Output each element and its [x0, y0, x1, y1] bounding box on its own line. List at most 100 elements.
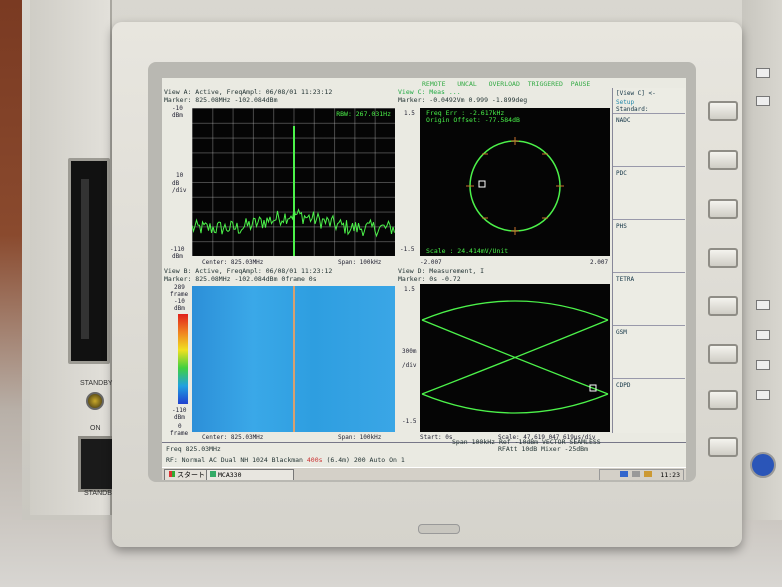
rbw-readout: RBW: 267.031Hz [336, 110, 391, 118]
status-rf-tail: (6.4m) 200 Auto On 1 [326, 456, 405, 464]
standby-label: STANDBY [80, 380, 113, 387]
color-scale-bar [178, 314, 188, 404]
view-b-span: Span: 100kHz [338, 434, 382, 441]
softkey-6[interactable] [708, 344, 738, 364]
view-d-title: View D: Measurement, I [398, 267, 485, 275]
overload-indicator: OVERLOAD [488, 80, 520, 88]
status-divider [162, 442, 686, 443]
app-icon [210, 471, 216, 477]
power-button[interactable] [78, 436, 116, 492]
view-b-botframe-unit: frame [170, 430, 189, 437]
start-label: スタート [177, 471, 205, 479]
soft-menu-setup[interactable]: Setup [613, 99, 685, 106]
softkey-5[interactable] [708, 296, 738, 316]
view-a-ytop: -10 [172, 105, 183, 112]
view-a-ybot-unit: dBm [172, 253, 183, 260]
view-c-ytop: 1.5 [404, 110, 415, 117]
view-d-ymid: 300m [402, 348, 417, 355]
view-d-marker: Marker: 0s -0.72 [398, 275, 461, 283]
status-rf-highlight: 400s [306, 456, 323, 464]
softkey-1[interactable] [708, 101, 738, 121]
on-label: ON [90, 425, 101, 432]
view-b-title: View B: Active, FreqAmpl: 06/08/01 11:23… [164, 267, 333, 275]
view-b-scale-top-unit: dBm [174, 305, 185, 312]
softkey-3[interactable] [708, 199, 738, 219]
softkey-4[interactable] [708, 248, 738, 268]
spectrogram-carrier-line [293, 286, 295, 432]
view-a-title: View A: Active, FreqAmpl: 06/08/01 11:23… [164, 88, 333, 96]
floppy-disk-slot[interactable] [68, 158, 110, 364]
constellation-svg [466, 137, 564, 235]
softkey-8[interactable] [708, 437, 738, 457]
pause-indicator: PAUSE [570, 80, 591, 88]
view-b-scale-top: -10 [174, 298, 185, 305]
tray-clock: 11:23 [660, 471, 680, 479]
standby-indicator [86, 392, 104, 410]
view-b-spectrogram[interactable] [192, 286, 395, 432]
view-a-trace-svg [192, 126, 395, 256]
soft-menu-standard[interactable]: Standard: [613, 106, 685, 113]
status-freq: Freq 825.03MHz [166, 445, 221, 453]
view-d-start: Start: 0s [420, 434, 453, 441]
view-b-marker: Marker: 825.08MHz -102.084dBm 0frame 0s [164, 275, 317, 283]
view-b-topframe-unit: frame [170, 291, 189, 298]
view-b-scale-bot: -110 [172, 407, 187, 414]
softkey-2[interactable] [708, 150, 738, 170]
remote-indicator: REMOTE [422, 80, 446, 88]
view-d-eye-diagram[interactable] [420, 284, 610, 432]
view-b-topframe: 289 [174, 284, 185, 291]
system-tray: 11:23 [599, 469, 684, 480]
right-control-panel [742, 0, 782, 520]
view-d-ybot: -1.5 [402, 418, 417, 425]
view-a-ymid: 10 [176, 172, 184, 179]
soft-menu-header: [View C] <- [616, 90, 656, 97]
view-a-ybot: -110 [170, 246, 185, 253]
start-button[interactable]: スタート [164, 469, 210, 480]
soft-menu-pdc[interactable]: PDC [613, 166, 685, 219]
view-c-constellation-plot[interactable]: Freq Err : -2.617kHz Origin Offset: -77.… [420, 108, 610, 256]
soft-menu-phs[interactable]: PHS [613, 219, 685, 272]
bezel-latch [418, 524, 460, 534]
view-a-span: Span: 100kHz [338, 259, 382, 266]
soft-menu-tetra[interactable]: TETRA [613, 272, 685, 325]
view-c-ybot: -1.5 [400, 246, 415, 253]
view-b-center: Center: 825.03MHz [202, 434, 264, 441]
triggered-indicator: TRIGGERED [527, 80, 563, 88]
taskbar-app-label: MCA330 [218, 471, 242, 479]
eye-diagram-svg [421, 300, 609, 414]
soft-menu-nadc[interactable]: NADC [613, 113, 685, 166]
taskbar: スタート MCA330 11:23 [162, 467, 686, 480]
tray-icons [620, 471, 657, 477]
soft-menu-gsm[interactable]: GSM [613, 325, 685, 378]
view-b-botframe: 0 [178, 423, 182, 430]
panel-key[interactable] [756, 68, 770, 78]
view-c-xright: 2.007 [590, 259, 609, 266]
constellation-marker [478, 180, 486, 188]
panel-key[interactable] [756, 96, 770, 106]
view-a-ymid-unit: dB /div [172, 180, 187, 194]
soft-menu: [View C] <- Setup Standard: NADC PDC PHS… [612, 88, 685, 433]
view-c-xleft: -2.007 [420, 259, 442, 266]
softkey-7[interactable] [708, 390, 738, 410]
windows-logo-icon [169, 471, 175, 477]
uncal-indicator: UNCAL [457, 80, 477, 88]
view-c-marker: Marker: -0.0492Vm 0.999 -1.899deg [398, 96, 528, 104]
panel-key[interactable] [756, 360, 770, 370]
analyzer-screen: REMOTE UNCAL OVERLOAD TRIGGERED PAUSE Vi… [162, 78, 686, 480]
panel-key[interactable] [756, 300, 770, 310]
status-rf: RF: Normal AC Dual NH 1024 Blackman [166, 456, 303, 464]
view-a-ytop-unit: dBm [172, 112, 183, 119]
panel-key[interactable] [756, 390, 770, 400]
status-bar: REMOTE UNCAL OVERLOAD TRIGGERED PAUSE [422, 80, 602, 88]
status-rf-line: RF: Normal AC Dual NH 1024 Blackman 400s… [166, 456, 405, 464]
soft-menu-cdpd[interactable]: CDPD [613, 378, 685, 425]
view-a-spectrum-plot[interactable]: RBW: 267.031Hz [192, 108, 395, 256]
panel-key[interactable] [756, 330, 770, 340]
taskbar-app-button[interactable]: MCA330 [206, 469, 294, 480]
view-d-ymid-unit: /div [402, 362, 417, 369]
rotary-knob[interactable] [750, 452, 776, 478]
view-b-scale-bot-unit: dBm [174, 414, 185, 421]
status-att-mixer: RFAtt 10dB Mixer -25dBm [498, 445, 589, 453]
view-c-title: View C: Meas ... [398, 88, 461, 96]
view-a-center: Center: 825.03MHz [202, 259, 264, 266]
